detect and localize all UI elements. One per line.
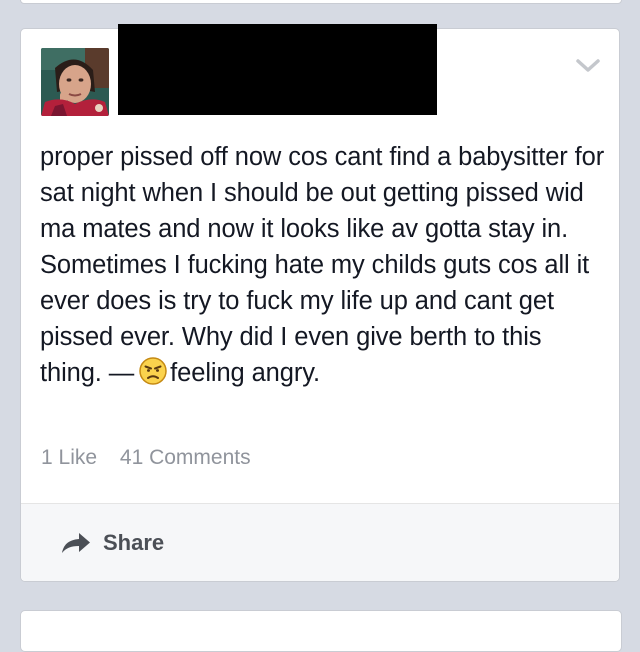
angry-face-icon <box>138 356 168 386</box>
feeling-label[interactable]: feeling angry. <box>170 359 320 387</box>
profile-avatar[interactable] <box>41 48 109 116</box>
comments-count[interactable]: 41 Comments <box>120 446 251 469</box>
avatar-photo <box>41 48 109 116</box>
chevron-down-icon[interactable] <box>575 57 601 75</box>
next-post-card <box>20 610 622 652</box>
post-stats: 1 Like 41 Comments <box>41 446 251 470</box>
post-card: proper pissed off now cos cant find a ba… <box>20 24 620 582</box>
post-text: proper pissed off now cos cant find a ba… <box>40 143 605 387</box>
previous-post-card <box>20 0 622 4</box>
redacted-user-name <box>118 24 437 115</box>
share-arrow-icon <box>62 533 90 553</box>
post-action-bar: Share <box>21 504 619 581</box>
post-body: proper pissed off now cos cant find a ba… <box>40 139 610 391</box>
share-label: Share <box>103 530 165 555</box>
likes-count[interactable]: 1 Like <box>41 446 97 469</box>
share-button[interactable]: Share <box>61 528 164 558</box>
